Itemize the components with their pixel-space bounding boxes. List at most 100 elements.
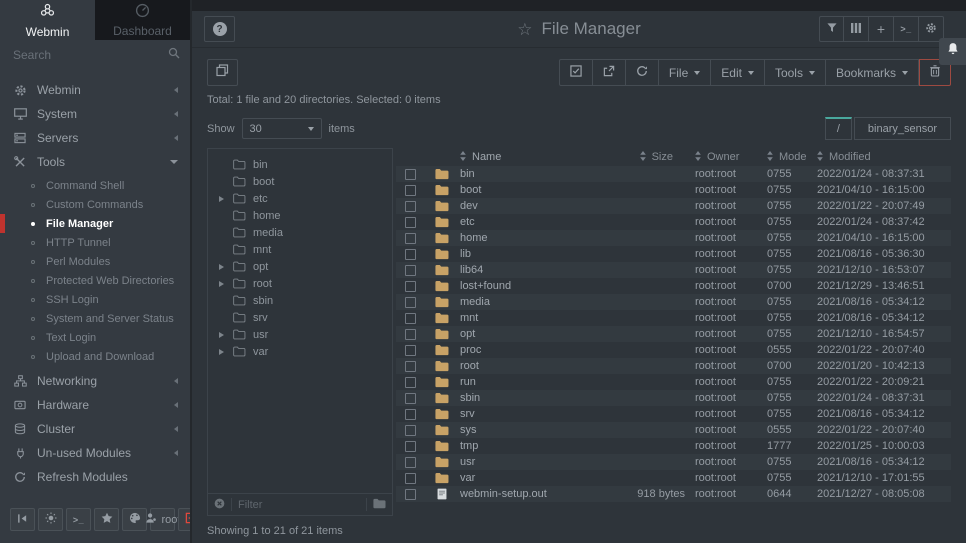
row-checkbox[interactable] <box>405 201 416 212</box>
sidebar-item-webmin[interactable]: Webmin <box>0 78 190 102</box>
tree-item[interactable]: opt <box>208 258 392 275</box>
column-header-owner[interactable]: Owner <box>695 151 767 164</box>
expand-arrow-icon[interactable] <box>219 349 224 355</box>
table-row[interactable]: webmin-setup.out918 bytesroot:root064420… <box>396 486 951 502</box>
column-header-name[interactable]: Name <box>460 151 600 164</box>
clear-filter-icon[interactable] <box>214 496 225 514</box>
sidebar-item-custom-commands[interactable]: Custom Commands <box>0 195 190 214</box>
column-header-size[interactable]: Size <box>600 151 695 164</box>
row-checkbox[interactable] <box>405 185 416 196</box>
tools-menu-button[interactable]: Tools <box>765 59 826 86</box>
row-checkbox[interactable] <box>405 249 416 260</box>
table-row[interactable]: tmproot:root17772022/01/25 - 10:00:03 <box>396 438 951 454</box>
paste-buffer-button[interactable] <box>207 59 238 86</box>
table-row[interactable]: optroot:root07552021/12/10 - 16:54:57 <box>396 326 951 342</box>
theme-toggle-button[interactable] <box>38 508 63 531</box>
bookmarks-menu-button[interactable]: Bookmarks <box>826 59 919 86</box>
expand-arrow-icon[interactable] <box>219 264 224 270</box>
column-header-mode[interactable]: Mode <box>767 151 817 164</box>
sidebar-item-file-manager[interactable]: File Manager <box>0 214 190 233</box>
sidebar-item-perl-modules[interactable]: Perl Modules <box>0 252 190 271</box>
filter-button[interactable] <box>819 16 844 42</box>
file-menu-button[interactable]: File <box>659 59 711 86</box>
columns-button[interactable] <box>844 16 869 42</box>
refresh-button[interactable] <box>626 59 659 86</box>
row-checkbox[interactable] <box>405 489 416 500</box>
sidebar-item-servers[interactable]: Servers <box>0 126 190 150</box>
sidebar-item-tools[interactable]: Tools <box>0 150 190 174</box>
tree-item[interactable]: home <box>208 207 392 224</box>
folder-filter-icon[interactable] <box>373 496 386 514</box>
tab-dashboard[interactable]: Dashboard <box>95 0 190 40</box>
tree-item[interactable]: boot <box>208 173 392 190</box>
table-row[interactable]: etcroot:root07552022/01/24 - 08:37:42 <box>396 214 951 230</box>
table-row[interactable]: lib64root:root07552021/12/10 - 16:53:07 <box>396 262 951 278</box>
row-checkbox[interactable] <box>405 313 416 324</box>
table-row[interactable]: procroot:root05552022/01/22 - 20:07:40 <box>396 342 951 358</box>
row-checkbox[interactable] <box>405 281 416 292</box>
edit-menu-button[interactable]: Edit <box>711 59 765 86</box>
table-row[interactable]: mntroot:root07552021/08/16 - 05:34:12 <box>396 310 951 326</box>
tree-item[interactable]: srv <box>208 309 392 326</box>
table-row[interactable]: sbinroot:root07552022/01/24 - 08:37:31 <box>396 390 951 406</box>
notifications-tab[interactable] <box>939 38 966 65</box>
favorites-button[interactable] <box>94 508 119 531</box>
table-row[interactable]: homeroot:root07552021/04/10 - 16:15:00 <box>396 230 951 246</box>
breadcrumb-current[interactable]: binary_sensor <box>854 117 951 140</box>
favorite-star-icon[interactable]: ☆ <box>517 21 532 38</box>
sidebar-item-ssh-login[interactable]: SSH Login <box>0 290 190 309</box>
table-row[interactable]: libroot:root07552021/08/16 - 05:36:30 <box>396 246 951 262</box>
tree-item[interactable]: usr <box>208 326 392 343</box>
share-button[interactable] <box>593 59 626 86</box>
row-checkbox[interactable] <box>405 217 416 228</box>
shell-button[interactable]: >_ <box>66 508 91 531</box>
table-row[interactable]: devroot:root07552022/01/22 - 20:07:49 <box>396 198 951 214</box>
sidebar-item-upload-and-download[interactable]: Upload and Download <box>0 347 190 366</box>
row-checkbox[interactable] <box>405 377 416 388</box>
user-button[interactable]: root <box>150 508 175 531</box>
items-per-page-select[interactable]: 30 <box>242 118 322 139</box>
row-checkbox[interactable] <box>405 361 416 372</box>
row-checkbox[interactable] <box>405 425 416 436</box>
sidebar-item-text-login[interactable]: Text Login <box>0 328 190 347</box>
column-header-modified[interactable]: Modified <box>817 151 951 164</box>
row-checkbox[interactable] <box>405 169 416 180</box>
row-checkbox[interactable] <box>405 473 416 484</box>
collapse-sidebar-button[interactable] <box>10 508 35 531</box>
table-row[interactable]: varroot:root07552021/12/10 - 17:01:55 <box>396 470 951 486</box>
theme-palette-button[interactable] <box>122 508 147 531</box>
sidebar-item-http-tunnel[interactable]: HTTP Tunnel <box>0 233 190 252</box>
expand-arrow-icon[interactable] <box>219 196 224 202</box>
sidebar-item-command-shell[interactable]: Command Shell <box>0 176 190 195</box>
row-checkbox[interactable] <box>405 265 416 276</box>
breadcrumb-root[interactable]: / <box>825 117 852 140</box>
row-checkbox[interactable] <box>405 441 416 452</box>
tree-item[interactable]: bin <box>208 156 392 173</box>
tree-item[interactable]: media <box>208 224 392 241</box>
row-checkbox[interactable] <box>405 457 416 468</box>
table-row[interactable]: sysroot:root05552022/01/22 - 20:07:40 <box>396 422 951 438</box>
tree-item[interactable]: mnt <box>208 241 392 258</box>
tree-item[interactable]: sbin <box>208 292 392 309</box>
row-checkbox[interactable] <box>405 329 416 340</box>
row-checkbox[interactable] <box>405 393 416 404</box>
table-row[interactable]: srvroot:root07552021/08/16 - 05:34:12 <box>396 406 951 422</box>
row-checkbox[interactable] <box>405 297 416 308</box>
sidebar-item-protected-web-directories[interactable]: Protected Web Directories <box>0 271 190 290</box>
tree-item[interactable]: root <box>208 275 392 292</box>
sidebar-item-hardware[interactable]: Hardware <box>0 393 190 417</box>
table-row[interactable]: rootroot:root07002022/01/20 - 10:42:13 <box>396 358 951 374</box>
table-row[interactable]: runroot:root07552022/01/22 - 20:09:21 <box>396 374 951 390</box>
tab-webmin[interactable]: Webmin <box>0 0 95 40</box>
expand-arrow-icon[interactable] <box>219 281 224 287</box>
table-row[interactable]: mediaroot:root07552021/08/16 - 05:34:12 <box>396 294 951 310</box>
sidebar-item-system[interactable]: System <box>0 102 190 126</box>
terminal-button[interactable]: >_ <box>894 16 919 42</box>
table-row[interactable]: usrroot:root07552021/08/16 - 05:34:12 <box>396 454 951 470</box>
create-button[interactable]: + <box>869 16 894 42</box>
table-row[interactable]: binroot:root07552022/01/24 - 08:37:31 <box>396 166 951 182</box>
sidebar-item-refresh-modules[interactable]: Refresh Modules <box>0 465 190 489</box>
row-checkbox[interactable] <box>405 233 416 244</box>
row-checkbox[interactable] <box>405 345 416 356</box>
sidebar-item-system-and-server-status[interactable]: System and Server Status <box>0 309 190 328</box>
